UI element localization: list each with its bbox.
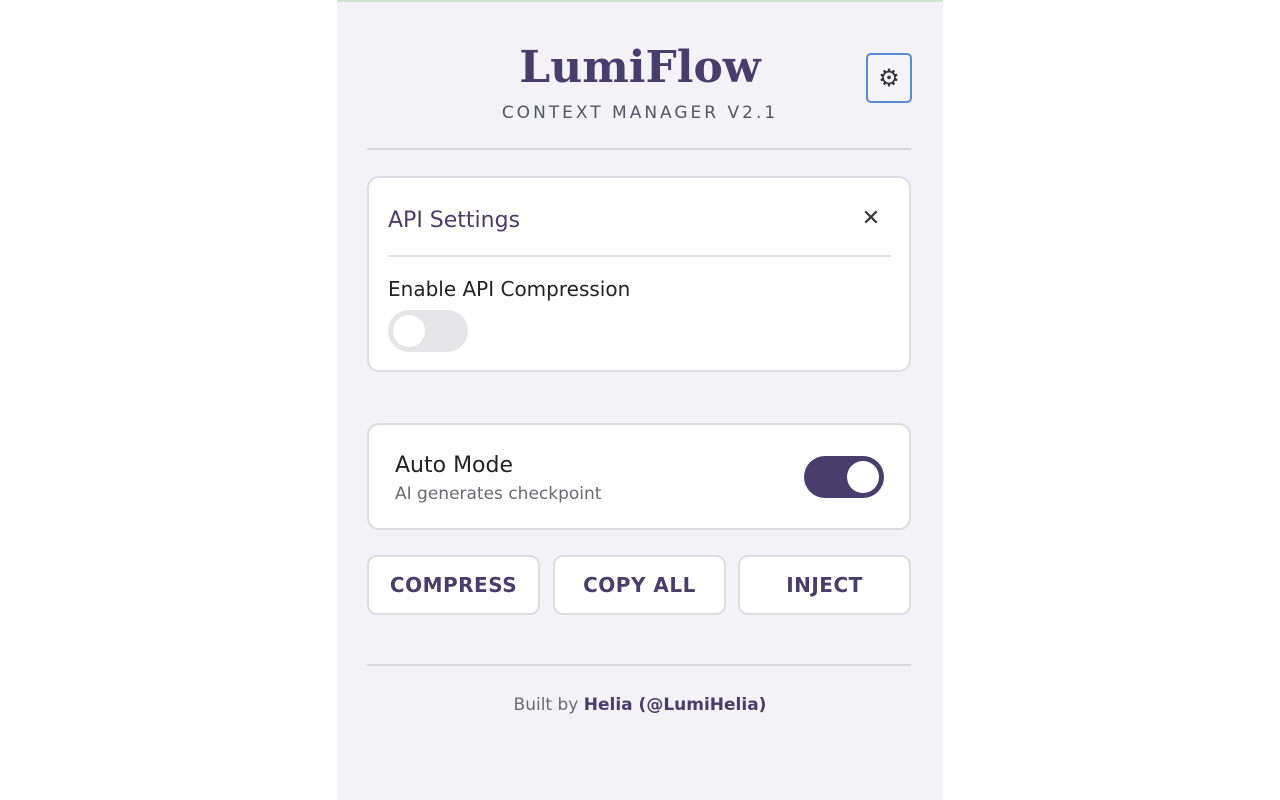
- api-settings-card: API Settings ✕ Enable API Compression: [367, 176, 911, 372]
- close-icon: ✕: [861, 206, 881, 231]
- copy-all-button[interactable]: COPY ALL: [553, 555, 726, 615]
- footer-divider: [367, 664, 911, 666]
- footer-prefix: Built by: [513, 695, 579, 715]
- toggle-knob: [847, 461, 879, 493]
- api-compression-label: Enable API Compression: [388, 277, 631, 301]
- footer: Built by Helia (@LumiHelia): [337, 694, 943, 716]
- auto-mode-description: AI generates checkpoint: [395, 484, 602, 504]
- api-compression-toggle[interactable]: [388, 310, 468, 352]
- app-title: LumiFlow: [519, 42, 761, 93]
- settings-button[interactable]: ⚙: [866, 53, 912, 103]
- compress-button[interactable]: COMPRESS: [367, 555, 540, 615]
- inject-button[interactable]: INJECT: [738, 555, 911, 615]
- author-link[interactable]: Helia (@LumiHelia): [584, 695, 767, 715]
- auto-mode-toggle[interactable]: [804, 456, 884, 498]
- gear-icon: ⚙: [878, 64, 900, 92]
- auto-mode-title: Auto Mode: [395, 453, 514, 478]
- header: LumiFlow CONTEXT MANAGER V2.1 ⚙: [337, 2, 943, 150]
- extension-panel: LumiFlow CONTEXT MANAGER V2.1 ⚙ API Sett…: [337, 0, 943, 800]
- auto-mode-card: Auto Mode AI generates checkpoint: [367, 423, 911, 530]
- header-divider: [367, 148, 911, 150]
- toggle-knob: [393, 315, 425, 347]
- close-api-settings-button[interactable]: ✕: [859, 206, 883, 232]
- api-settings-divider: [388, 255, 891, 257]
- app-subtitle: CONTEXT MANAGER V2.1: [501, 103, 779, 123]
- api-settings-title: API Settings: [388, 208, 521, 233]
